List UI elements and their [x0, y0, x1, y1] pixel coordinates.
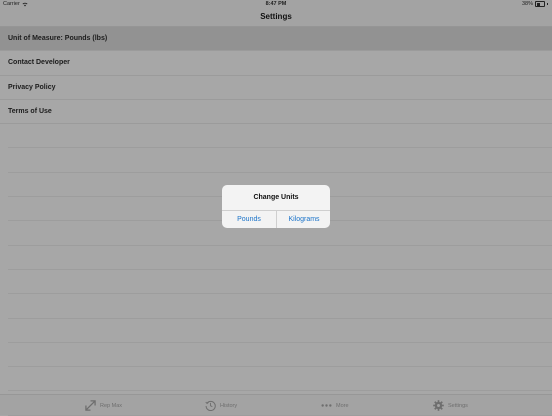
- gear-icon: [433, 400, 444, 411]
- battery-icon: [535, 1, 545, 7]
- settings-item-terms-of-use[interactable]: Terms of Use: [0, 100, 552, 125]
- pounds-button[interactable]: Pounds: [222, 211, 276, 228]
- battery-percent: 38%: [521, 1, 533, 7]
- more-dots-icon: [321, 404, 332, 407]
- tab-bar: Rep Max History More Settings: [0, 394, 552, 415]
- tab-label: Settings: [448, 402, 468, 409]
- change-units-alert: Change Units Pounds Kilograms: [222, 185, 330, 228]
- empty-row: [8, 124, 552, 149]
- battery-tip: [547, 3, 548, 5]
- empty-row: [8, 319, 552, 343]
- settings-item-contact-developer[interactable]: Contact Developer: [0, 51, 552, 76]
- empty-row: [8, 270, 552, 295]
- expand-arrows-icon: [85, 400, 96, 411]
- tab-label: More: [336, 402, 349, 409]
- empty-row: [8, 294, 552, 319]
- navigation-bar: Settings: [0, 9, 552, 27]
- empty-row: [8, 367, 552, 392]
- empty-row: [8, 246, 552, 270]
- battery-status: 38%: [522, 1, 548, 7]
- settings-item-label: Unit of Measure: Pounds (lbs): [8, 35, 108, 42]
- settings-item-privacy-policy[interactable]: Privacy Policy: [0, 76, 552, 100]
- empty-row: [8, 343, 552, 368]
- empty-row: [8, 148, 552, 173]
- settings-item-label: Terms of Use: [8, 107, 52, 115]
- history-clock-icon: [205, 400, 216, 411]
- tab-more[interactable]: More: [321, 400, 349, 411]
- tab-history[interactable]: History: [205, 400, 237, 411]
- settings-item-unit-of-measure[interactable]: Unit of Measure: Pounds (lbs): [0, 27, 552, 52]
- alert-title: Change Units: [253, 194, 299, 201]
- tab-rep-max[interactable]: Rep Max: [85, 400, 122, 411]
- page-title: Settings: [260, 12, 292, 21]
- status-time: 8:47 PM: [265, 1, 287, 7]
- status-bar: Carrier 8:47 PM 38%: [0, 0, 552, 9]
- tab-settings[interactable]: Settings: [433, 400, 468, 411]
- tab-label: History: [220, 402, 238, 409]
- kilograms-button[interactable]: Kilograms: [277, 211, 330, 228]
- settings-item-label: Privacy Policy: [8, 83, 56, 91]
- settings-item-label: Contact Developer: [8, 59, 70, 67]
- tab-label: Rep Max: [100, 402, 123, 409]
